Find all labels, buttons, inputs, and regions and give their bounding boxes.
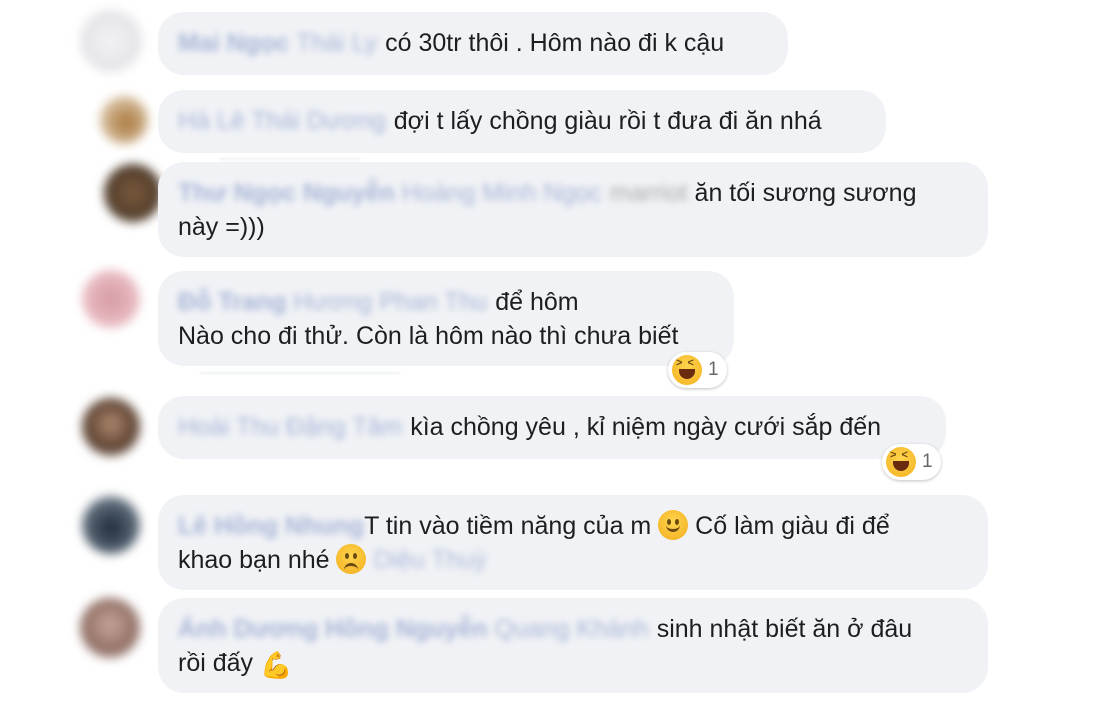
avatar[interactable] xyxy=(80,598,140,658)
comment-text: này =))) xyxy=(178,213,265,241)
haha-reaction-icon xyxy=(672,355,702,385)
comment-bubble: Thư Ngọc Nguyễn Hoàng Minh Ngọc marriot ă… xyxy=(158,162,988,257)
comment-bubble: Đỗ Trang Hương Phan Thu để hôm Nào cho đi… xyxy=(158,271,734,366)
comment-text: Cố làm giàu đi để xyxy=(695,512,890,540)
frowning-face-icon xyxy=(336,544,367,574)
flexed-biceps-icon: 💪 xyxy=(260,650,293,680)
comment-bubble: Mai Ngọc Thái Ly có 30tr thôi . Hôm nào đ… xyxy=(158,12,788,75)
reaction-count: 1 xyxy=(708,359,719,381)
commenter-name[interactable]: Hà Lê Thái Dương xyxy=(178,107,386,135)
commenter-name[interactable]: Thư Ngọc Nguyễn Hoàng Minh Ngọc xyxy=(178,179,602,207)
commenter-name[interactable]: Hoài Thu Đặng Tâm xyxy=(178,413,402,441)
comment-text: sinh nhật biết ăn ở đâu xyxy=(656,615,913,643)
avatar[interactable] xyxy=(80,10,142,72)
reaction-summary[interactable]: 1 xyxy=(882,444,941,480)
comment-bubble: Lê Hồng NhungT tin vào tiềm năng của m C… xyxy=(158,495,988,590)
avatar[interactable] xyxy=(104,164,162,222)
comment-bubble: Hà Lê Thái Dương đợi t lấy chồng giàu rồi… xyxy=(158,90,886,153)
avatar[interactable] xyxy=(82,270,140,328)
comment-text: có 30tr thôi . Hôm nào đi k cậu xyxy=(385,29,725,57)
avatar[interactable] xyxy=(82,496,140,554)
comment-text: để hôm xyxy=(495,288,579,316)
comment-bubble: Hoài Thu Đặng Tâm kìa chồng yêu , kỉ niệm… xyxy=(158,396,946,459)
comment-bubble: Ánh Dương Hồng Nguyễn Quang Khánh sinh nh… xyxy=(158,598,988,693)
commenter-name[interactable]: Ánh Dương Hồng Nguyễn Quang Khánh xyxy=(178,615,649,643)
divider xyxy=(200,372,400,374)
comment-text: T tin vào tiềm năng của m xyxy=(364,512,652,540)
reaction-summary[interactable]: 1 xyxy=(668,352,727,388)
reaction-count: 1 xyxy=(922,451,933,473)
commenter-name[interactable]: Lê Hồng Nhung xyxy=(178,512,364,540)
commenter-name[interactable]: Đỗ Trang Hương Phan Thu xyxy=(178,288,487,316)
comment-text: ăn tối sương sương xyxy=(694,179,917,207)
commenter-name[interactable]: Mai Ngọc Thái Ly xyxy=(178,29,377,57)
slightly-smiling-face-icon xyxy=(658,510,689,540)
tagged-person[interactable]: Diệu Thuỳ xyxy=(373,546,487,574)
avatar[interactable] xyxy=(82,398,140,456)
tagged-place[interactable]: marriot xyxy=(610,179,688,207)
avatar[interactable] xyxy=(100,96,148,144)
comment-text: kìa chồng yêu , kỉ niệm ngày cưới sắp đế… xyxy=(410,413,882,441)
comment-text: khao bạn nhé xyxy=(178,546,330,574)
divider xyxy=(220,158,360,160)
comment-text: Nào cho đi thử. Còn là hôm nào thì chưa … xyxy=(178,322,679,350)
comment-text: đợi t lấy chồng giàu rồi t đưa đi ăn nhá xyxy=(393,107,822,135)
haha-reaction-icon xyxy=(886,447,916,477)
comment-text: rồi đấy xyxy=(178,649,254,677)
